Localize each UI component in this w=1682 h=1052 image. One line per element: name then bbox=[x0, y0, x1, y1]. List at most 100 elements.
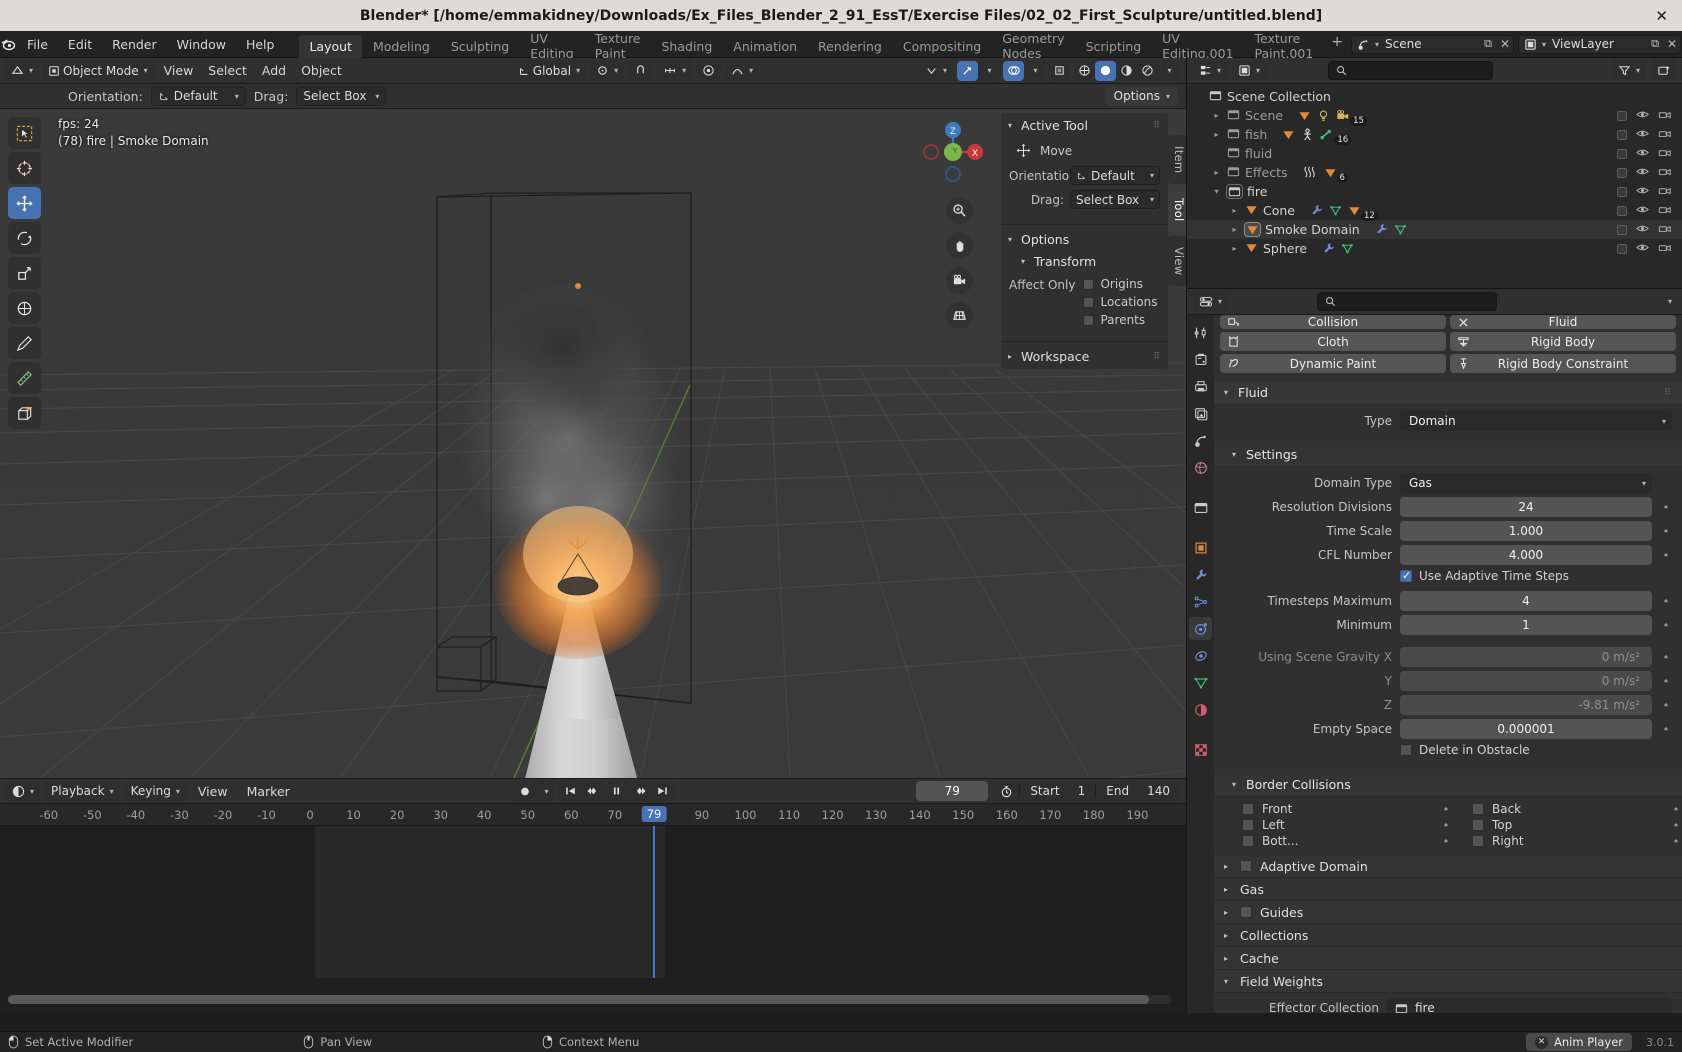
properties-search-input[interactable] bbox=[1316, 292, 1497, 311]
snap-pivot-selector[interactable]: ▾ bbox=[590, 61, 625, 80]
disclosure-triangle-icon[interactable]: ▸ bbox=[1229, 206, 1240, 215]
jump-to-next-keyframe-button[interactable] bbox=[628, 781, 651, 801]
disclosure-triangle-icon[interactable]: ▸ bbox=[1211, 111, 1222, 120]
fluid-type-dropdown[interactable]: Domain ▾ bbox=[1400, 411, 1672, 431]
data-properties-tab[interactable] bbox=[1189, 671, 1212, 694]
workspace-tab-layout[interactable]: Layout bbox=[299, 34, 362, 58]
checkbox[interactable] bbox=[1242, 803, 1254, 815]
object-properties-tab[interactable] bbox=[1189, 536, 1212, 559]
exclude-checkbox[interactable] bbox=[1617, 148, 1627, 159]
gizmo-toggle-icon[interactable] bbox=[957, 60, 978, 81]
fluid-panel-header[interactable]: ▾ Fluid ⠿ bbox=[1214, 381, 1682, 405]
tool-scale[interactable] bbox=[8, 257, 41, 289]
orientation-dropdown[interactable]: Default ▾ bbox=[150, 86, 246, 106]
tool-add-cube[interactable] bbox=[8, 397, 41, 429]
border-collision-front[interactable]: Front • bbox=[1242, 802, 1452, 816]
animate-property-dot[interactable]: • bbox=[1660, 675, 1672, 688]
effector-collection-field[interactable]: fire bbox=[1387, 998, 1672, 1013]
navigation-gizmo[interactable]: Z X Y bbox=[916, 115, 990, 189]
material-preview-shading-icon[interactable] bbox=[1116, 61, 1137, 81]
affect-only-locations[interactable]: Locations bbox=[1083, 295, 1160, 309]
exclude-checkbox[interactable] bbox=[1617, 243, 1627, 254]
animate-property-dot[interactable]: • bbox=[1660, 619, 1672, 632]
gizmo-options-icon[interactable]: ▾ bbox=[978, 61, 999, 81]
disclosure-triangle-icon[interactable]: ▸ bbox=[1211, 168, 1222, 177]
smoke-icon[interactable] bbox=[1303, 166, 1318, 179]
delete-in-obstacle-checkbox-row[interactable]: Delete in Obstacle bbox=[1400, 743, 1672, 757]
options-panel-header[interactable]: ▾ Options bbox=[1001, 227, 1168, 252]
rendered-shading-icon[interactable] bbox=[1137, 61, 1158, 81]
tool-move[interactable] bbox=[8, 187, 41, 219]
viewport-menu-add[interactable]: Add bbox=[255, 63, 293, 78]
workspace-panel-header[interactable]: ▸ Workspace ⠿ bbox=[1001, 344, 1168, 369]
outliner-item-cone[interactable]: ▸ Cone 12 bbox=[1187, 201, 1682, 221]
viewport-menu-object[interactable]: Object bbox=[294, 63, 349, 78]
pan-hand-icon[interactable] bbox=[946, 232, 973, 259]
animate-property-dot[interactable]: • bbox=[1660, 595, 1672, 608]
disable-in-renders-icon[interactable] bbox=[1658, 184, 1672, 199]
mesh-triangle-icon[interactable] bbox=[1298, 109, 1311, 122]
physics-properties-tab[interactable] bbox=[1189, 617, 1212, 640]
tool-select-box[interactable] bbox=[8, 117, 41, 149]
object-mode-selector[interactable]: Object Mode ▾ bbox=[42, 61, 154, 80]
timeline-horizontal-scrollbar[interactable] bbox=[8, 995, 1172, 1004]
outliner-item-sphere[interactable]: ▸ Sphere bbox=[1187, 239, 1682, 258]
disclosure-triangle-icon[interactable]: ▸ bbox=[1211, 130, 1222, 139]
affect-only-origins[interactable]: Origins bbox=[1083, 277, 1160, 291]
panel-header-adaptive-domain[interactable]: ▸ Adaptive Domain bbox=[1214, 855, 1682, 878]
tool-properties-tab[interactable] bbox=[1189, 321, 1212, 344]
tool-rotate[interactable] bbox=[8, 222, 41, 254]
border-collisions-panel-header[interactable]: ▾ Border Collisions bbox=[1214, 773, 1682, 797]
animate-property-dot[interactable]: • bbox=[1660, 501, 1672, 514]
properties-editor-type-selector[interactable]: ▾ bbox=[1193, 292, 1229, 311]
timeline-body[interactable] bbox=[0, 826, 1186, 1012]
animate-property-dot[interactable]: • bbox=[1660, 651, 1672, 664]
modifier-properties-tab[interactable] bbox=[1189, 563, 1212, 586]
workspace-tab-shading[interactable]: Shading bbox=[652, 35, 723, 58]
empty-space-field[interactable]: 0.000001 bbox=[1400, 719, 1652, 739]
checkbox[interactable] bbox=[1472, 835, 1484, 847]
sidebar-orientation-dropdown[interactable]: Default ▾ bbox=[1070, 166, 1160, 185]
mesh-data-icon[interactable] bbox=[1329, 204, 1342, 217]
animate-property-dot[interactable]: • bbox=[1440, 835, 1452, 848]
affect-only-parents[interactable]: Parents bbox=[1083, 313, 1160, 327]
disable-in-renders-icon[interactable] bbox=[1658, 146, 1672, 161]
current-frame-field[interactable]: 79 bbox=[916, 781, 989, 801]
jump-to-start-button[interactable] bbox=[559, 781, 582, 801]
tool-measure[interactable] bbox=[8, 362, 41, 394]
proportional-falloff-selector[interactable]: ▾ bbox=[725, 61, 760, 80]
outliner-item-fish[interactable]: ▸ fish 16 bbox=[1187, 125, 1682, 145]
exclude-checkbox[interactable] bbox=[1617, 205, 1627, 216]
menu-render[interactable]: Render bbox=[103, 34, 166, 55]
delete-in-obstacle-checkbox[interactable] bbox=[1400, 744, 1412, 756]
new-scene-icon[interactable]: ⧉ bbox=[1479, 37, 1497, 51]
checkbox[interactable] bbox=[1083, 314, 1095, 326]
armature-icon[interactable] bbox=[1301, 128, 1314, 141]
constraint-properties-tab[interactable] bbox=[1189, 644, 1212, 667]
visibility-selector[interactable]: ▾ bbox=[918, 61, 953, 80]
sidebar-tab-item[interactable]: Item bbox=[1168, 135, 1186, 185]
workspace-tab-scripting[interactable]: Scripting bbox=[1076, 35, 1152, 58]
outliner-item-smoke-domain[interactable]: ▸ Smoke Domain bbox=[1187, 220, 1682, 239]
snap-target-selector[interactable]: ▾ bbox=[657, 61, 693, 80]
viewport-menu-view[interactable]: View bbox=[157, 63, 201, 78]
hide-in-viewport-icon[interactable] bbox=[1636, 108, 1649, 123]
outliner-item-effects[interactable]: ▸ Effects 6 bbox=[1187, 163, 1682, 183]
exclude-checkbox[interactable] bbox=[1617, 186, 1627, 197]
disable-in-renders-icon[interactable] bbox=[1658, 222, 1672, 237]
particle-properties-tab[interactable] bbox=[1189, 590, 1212, 613]
physics-button-fluid[interactable]: Fluid bbox=[1450, 315, 1676, 329]
view-layer-properties-tab[interactable] bbox=[1189, 402, 1212, 425]
wrench-icon[interactable] bbox=[1310, 204, 1323, 217]
animate-property-dot[interactable]: • bbox=[1670, 803, 1682, 816]
mesh-data-icon[interactable] bbox=[1341, 242, 1354, 255]
mesh-triangle-icon[interactable] bbox=[1324, 166, 1337, 179]
mesh-triangle-icon[interactable] bbox=[1348, 204, 1361, 217]
transform-orientation-selector[interactable]: Global ▾ bbox=[511, 61, 587, 80]
sidebar-tab-view[interactable]: View bbox=[1168, 235, 1186, 287]
hide-in-viewport-icon[interactable] bbox=[1636, 203, 1649, 218]
tool-cursor[interactable] bbox=[8, 152, 41, 184]
animate-property-dot[interactable]: • bbox=[1440, 803, 1452, 816]
adaptive-time-steps-checkbox[interactable] bbox=[1400, 569, 1412, 582]
tool-annotate[interactable] bbox=[8, 327, 41, 359]
